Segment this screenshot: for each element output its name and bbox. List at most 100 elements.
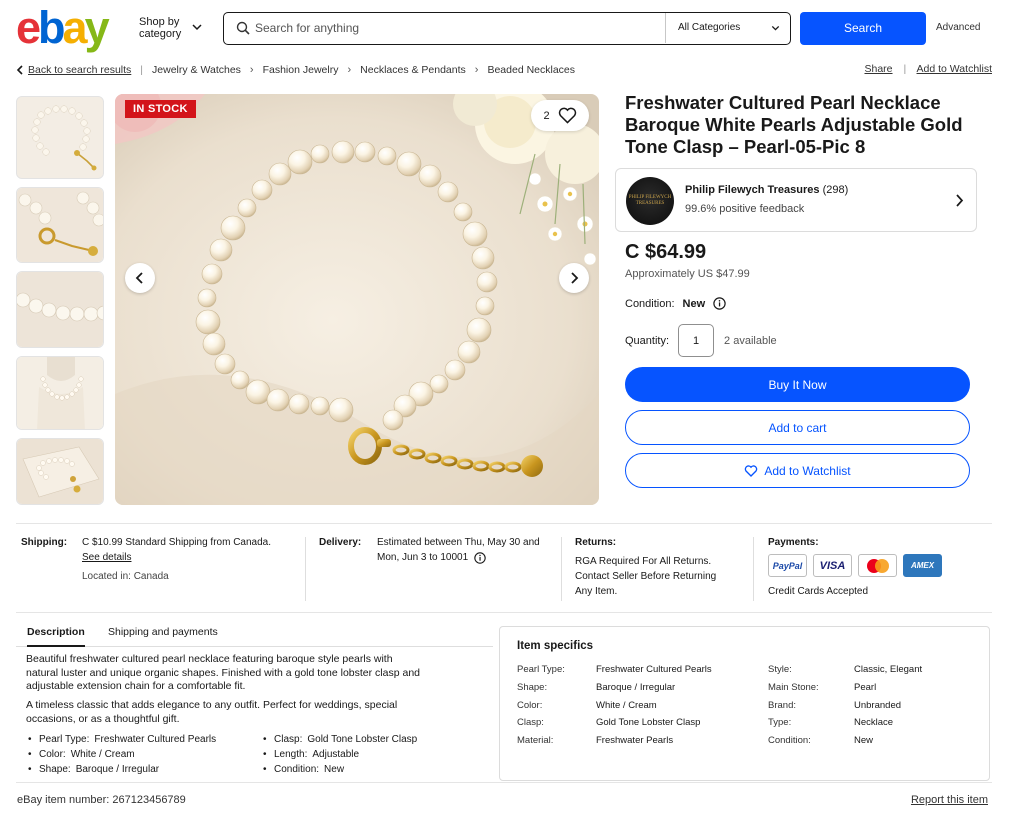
quantity-input[interactable]: 1 xyxy=(678,324,715,357)
divider xyxy=(16,612,992,613)
chevron-right-icon: › xyxy=(347,64,352,76)
list-item: Shape: Baroque / Irregular xyxy=(26,762,216,777)
returns-label: Returns: xyxy=(575,537,617,548)
returns-line-3: Any Item. xyxy=(575,586,618,597)
info-icon[interactable] xyxy=(474,551,486,564)
logo-letter-y: y xyxy=(84,2,110,53)
bullet-key: Shape: xyxy=(39,764,71,775)
list-item: Condition: New xyxy=(261,762,417,777)
description-para-1: Beautiful freshwater cultured pearl neck… xyxy=(26,653,421,692)
chevron-right-icon xyxy=(956,194,964,207)
divider: | xyxy=(140,64,144,76)
category-select[interactable]: All Categories xyxy=(665,13,790,43)
tab-description[interactable]: Description xyxy=(27,626,85,647)
bullet-value: Gold Tone Lobster Clasp xyxy=(307,734,418,745)
pearl-bead xyxy=(466,317,492,343)
list-item: Pearl Type: Freshwater Cultured Pearls xyxy=(26,732,216,747)
shop-by-category-button[interactable]: Shop by category xyxy=(139,16,191,40)
buy-it-now-label: Buy It Now xyxy=(768,377,827,392)
bullet-key: Clasp: xyxy=(274,734,303,745)
product-title: Freshwater Cultured Pearl Necklace Baroq… xyxy=(625,92,963,157)
item-location: Located in: Canada xyxy=(82,571,169,582)
specifics-left-values: Freshwater Cultured Pearls Baroque / Irr… xyxy=(596,661,712,750)
pearl-bead xyxy=(444,359,466,381)
spec-key: Condition: xyxy=(768,735,811,747)
share-link[interactable]: Share xyxy=(864,63,892,75)
pearl-bead xyxy=(457,340,481,364)
breadcrumb-item[interactable]: Jewelry & Watches xyxy=(152,64,241,76)
info-icon[interactable] xyxy=(713,297,726,310)
logo-letter-b: b xyxy=(38,2,65,53)
pearl-bead xyxy=(328,397,354,423)
search-button[interactable]: Search xyxy=(800,12,926,45)
thumbnail[interactable] xyxy=(16,356,104,430)
thumbnail[interactable] xyxy=(16,438,104,505)
add-to-cart-button[interactable]: Add to cart xyxy=(625,410,970,445)
pearl-bead xyxy=(382,409,404,431)
add-to-watchlist-button[interactable]: Add to Watchlist xyxy=(625,453,970,488)
bullet-value: White / Cream xyxy=(70,749,135,760)
clasp-closeup-image xyxy=(17,188,103,262)
previous-image-button[interactable] xyxy=(125,263,155,293)
thumbnail[interactable] xyxy=(16,271,104,348)
delivery-line-2: Mon, Jun 3 to 10001 xyxy=(377,552,469,563)
payments-section: Payments: xyxy=(768,535,819,550)
amex-icon: AMEX xyxy=(903,554,942,577)
buy-it-now-button[interactable]: Buy It Now xyxy=(625,367,970,402)
ebay-logo[interactable]: ebay xyxy=(16,2,110,53)
bullet-value: Freshwater Cultured Pearls xyxy=(94,734,217,745)
delivery-line-1: Estimated between Thu, May 30 and xyxy=(377,537,540,548)
mastercard-circles xyxy=(866,558,889,573)
breadcrumb-item[interactable]: Beaded Necklaces xyxy=(487,64,575,76)
pearl-bead xyxy=(354,141,376,163)
list-item: Length: Adjustable xyxy=(261,747,417,762)
search-input[interactable]: Search for anything xyxy=(255,21,359,35)
pearl-bead xyxy=(195,309,221,335)
spec-value: Unbranded xyxy=(854,699,902,711)
chevron-down-icon[interactable] xyxy=(192,22,202,32)
back-to-search-link[interactable]: Back to search results xyxy=(28,64,131,76)
logo-letter-a: a xyxy=(62,2,88,53)
chevron-left-icon xyxy=(16,65,23,75)
seller-card[interactable]: PHILIP FILEWYCH TREASURES Philip Filewyc… xyxy=(615,168,977,232)
heart-icon xyxy=(745,464,758,477)
see-details-link[interactable]: See details xyxy=(82,550,297,565)
pearl-bead xyxy=(396,151,422,177)
available-count: 2 available xyxy=(724,334,777,347)
divider xyxy=(16,782,992,783)
seller-name[interactable]: Philip Filewych Treasures (298) xyxy=(685,184,848,196)
main-product-image[interactable]: IN STOCK 2 xyxy=(115,94,599,505)
bullet-key: Condition: xyxy=(274,764,320,775)
thumbnail[interactable] xyxy=(16,96,104,179)
breadcrumb-item[interactable]: Fashion Jewelry xyxy=(263,64,339,76)
advanced-search-link[interactable]: Advanced xyxy=(936,22,980,33)
spec-value: Gold Tone Lobster Clasp xyxy=(596,717,701,729)
logo-letter-e: e xyxy=(16,2,41,53)
search-icon xyxy=(236,21,250,35)
divider xyxy=(305,537,306,601)
breadcrumb-item[interactable]: Necklaces & Pendants xyxy=(360,64,466,76)
shipping-section: Shipping: xyxy=(21,535,67,550)
thumbnail[interactable] xyxy=(16,187,104,263)
pearl-bead xyxy=(310,144,330,164)
pearl-bead xyxy=(214,353,236,375)
tab-shipping-and-payments[interactable]: Shipping and payments xyxy=(108,626,218,638)
spec-key: Clasp: xyxy=(517,717,544,729)
shipping-label: Shipping: xyxy=(21,537,68,548)
divider: | xyxy=(903,63,907,75)
report-item-link[interactable]: Report this item xyxy=(911,794,988,806)
add-to-watchlist-link[interactable]: Add to Watchlist xyxy=(917,63,992,75)
credit-cards-text: Credit Cards Accepted xyxy=(768,586,869,597)
add-to-watchlist-label: Add to Watchlist xyxy=(764,463,851,478)
next-image-button[interactable] xyxy=(559,263,589,293)
spec-key: Main Stone: xyxy=(768,681,819,693)
neck-display-image xyxy=(17,357,103,429)
specifics-right-values: Classic, Elegant Pearl Unbranded Necklac… xyxy=(854,661,922,750)
seller-logo-text: PHILIP FILEWYCH TREASURES xyxy=(628,195,672,206)
spec-value: Classic, Elegant xyxy=(854,664,923,675)
item-specifics-panel: Item specifics Pearl Type: Shape: Color:… xyxy=(499,626,990,781)
search-bar[interactable]: Search for anything All Categories xyxy=(223,12,791,45)
watch-count-button[interactable]: 2 xyxy=(531,100,589,131)
pearl-bead xyxy=(475,296,495,316)
divider xyxy=(16,523,992,524)
